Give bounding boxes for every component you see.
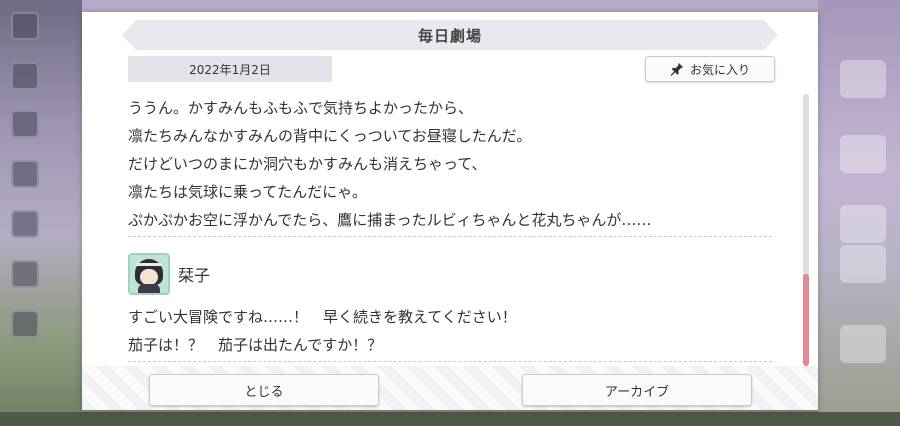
event-tile-icon (840, 135, 886, 173)
story-text: ううん。かすみんもふもふで気持ちよかったから、 凛たちみんなかすみんの背中にくっ… (128, 94, 772, 234)
story-line: 凛たちは気球に乗ってたんだにゃ。 (128, 183, 367, 201)
background-bottom (0, 412, 900, 426)
pin-icon (670, 62, 684, 76)
present-icon (11, 160, 39, 188)
archive-button[interactable]: アーカイブ (522, 374, 752, 406)
reply-text: すごい大冒険ですね……！ 早く続きを教えてください！ 茄子は！？ 茄子は出たんで… (128, 303, 772, 359)
character-avatar (128, 253, 170, 295)
lesson-tile-icon (840, 245, 886, 283)
speaker-name: 栞子 (178, 266, 211, 285)
story-content[interactable]: ううん。かすみんもふもふで気持ちよかったから、 凛たちみんなかすみんの背中にくっ… (128, 94, 772, 369)
story-line: ううん。かすみんもふもふで気持ちよかったから、 (128, 99, 474, 117)
scrollbar-thumb[interactable] (803, 274, 809, 366)
speaker-row: 栞子 (128, 251, 772, 297)
close-label: とじる (244, 384, 284, 400)
favorite-button[interactable]: お気に入り (645, 56, 775, 82)
reply-line: すごい大冒険ですね……！ 早く続きを教えてください！ (128, 308, 517, 326)
close-button[interactable]: とじる (149, 374, 379, 406)
story-date: 2022年1月2日 (128, 56, 332, 82)
divider (128, 236, 772, 237)
story-line: ぷかぷかお空に浮かんでたら、鷹に捕まったルビィちゃんと花丸ちゃんが…… (128, 211, 652, 229)
favorite-label: お気に入り (689, 62, 750, 77)
daily-theater-dialog: 毎日劇場 2022年1月2日 お気に入り ううん。かすみんもふもふで気持ちよかっ… (82, 12, 818, 410)
scrollbar[interactable] (803, 94, 809, 366)
dialog-title: 毎日劇場 (417, 26, 482, 45)
trophy-icon (11, 260, 39, 288)
background-left (0, 0, 82, 426)
reply-line: 茄子は！？ 茄子は出たんですか！？ (128, 336, 383, 354)
chat-icon (11, 62, 39, 90)
home-tile-icon (840, 60, 886, 98)
mail-icon (11, 210, 39, 238)
archive-label: アーカイブ (604, 384, 670, 400)
story-line: 凛たちみんなかすみんの背中にくっついてお昼寝したんだ。 (128, 127, 532, 145)
background-right (818, 0, 900, 426)
arrow-tile-icon (840, 325, 886, 363)
dialog-title-bar: 毎日劇場 (122, 20, 778, 50)
expand-icon (11, 310, 39, 338)
divider (128, 361, 772, 362)
story-line: だけどいつのまにか洞穴もかすみんも消えちゃって、 (128, 155, 487, 173)
menu-icon (11, 12, 39, 40)
gift-icon (11, 110, 39, 138)
shoe-tile-icon (840, 205, 886, 243)
